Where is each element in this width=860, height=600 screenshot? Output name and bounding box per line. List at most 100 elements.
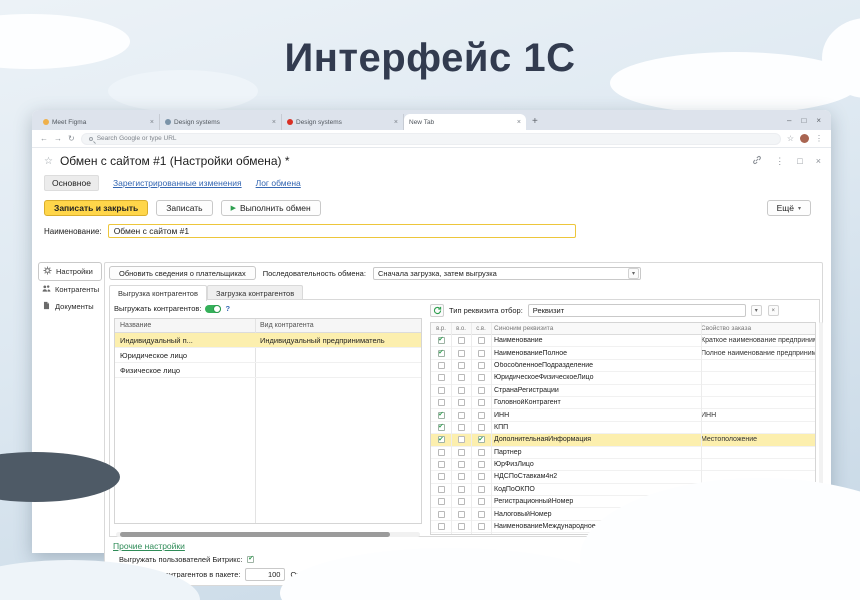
attribute-checkbox[interactable] bbox=[438, 523, 445, 530]
attribute-checkbox[interactable] bbox=[478, 362, 485, 369]
form-maximize-icon[interactable]: □ bbox=[797, 156, 802, 166]
refresh-button[interactable] bbox=[430, 304, 444, 317]
chevron-down-icon[interactable]: ▾ bbox=[751, 305, 762, 316]
save-and-close-button[interactable]: Записать и закрыть bbox=[44, 200, 148, 216]
table-row[interactable]: ✔ИННИНН bbox=[431, 409, 815, 421]
table-row[interactable]: Партнер bbox=[431, 447, 815, 459]
sidebar-item-настройки[interactable]: Настройки bbox=[38, 262, 102, 281]
table-row[interactable]: ЮрФизЛицо bbox=[431, 459, 815, 471]
close-icon[interactable]: × bbox=[816, 116, 821, 125]
table-row[interactable]: ✔НаименованиеКраткое наименование предпр… bbox=[431, 335, 815, 347]
attribute-checkbox[interactable] bbox=[458, 387, 465, 394]
table-row[interactable]: Индивидуальный п...Индивидуальный предпр… bbox=[115, 333, 421, 348]
attribute-checkbox[interactable] bbox=[458, 399, 465, 406]
column-header[interactable]: с.в. bbox=[471, 326, 491, 332]
attribute-checkbox[interactable] bbox=[438, 387, 445, 394]
table-row[interactable]: ✔✔ДополнительнаяИнформацияМестоположение bbox=[431, 434, 815, 446]
attribute-checkbox[interactable] bbox=[438, 511, 445, 518]
attribute-checkbox[interactable] bbox=[478, 523, 485, 530]
table-row[interactable]: ГоловнойКонтрагент bbox=[431, 397, 815, 409]
back-icon[interactable]: ← bbox=[40, 134, 48, 143]
attribute-checkbox[interactable] bbox=[478, 387, 485, 394]
attribute-checkbox[interactable] bbox=[458, 436, 465, 443]
form-menu-icon[interactable]: ⋮ bbox=[775, 156, 784, 167]
export-toggle[interactable] bbox=[205, 305, 221, 313]
new-tab-button[interactable]: + bbox=[532, 116, 538, 127]
tab-registered-changes[interactable]: Зарегистрированные изменения bbox=[113, 178, 242, 188]
attribute-checkbox[interactable] bbox=[478, 412, 485, 419]
column-header[interactable]: Синоним реквизита bbox=[491, 325, 701, 332]
sidebar-item-документы[interactable]: Документы bbox=[38, 298, 102, 315]
minimize-icon[interactable]: – bbox=[787, 116, 791, 125]
reload-icon[interactable]: ↻ bbox=[68, 134, 75, 143]
attribute-checkbox[interactable] bbox=[478, 449, 485, 456]
attribute-checkbox[interactable] bbox=[458, 350, 465, 357]
bitrix-users-checkbox[interactable]: ✔ bbox=[247, 556, 254, 563]
attribute-checkbox[interactable]: ✔ bbox=[438, 337, 445, 344]
attribute-checkbox[interactable]: ✔ bbox=[438, 412, 445, 419]
save-button[interactable]: Записать bbox=[156, 200, 212, 216]
attribute-checkbox[interactable] bbox=[438, 449, 445, 456]
attribute-checkbox[interactable] bbox=[478, 461, 485, 468]
address-bar[interactable]: Search Google or type URL bbox=[81, 133, 781, 145]
help-icon[interactable]: ? bbox=[225, 304, 230, 313]
table-row[interactable]: СтранаРегистрации bbox=[431, 385, 815, 397]
table-row[interactable]: Юридическое лицо bbox=[115, 348, 421, 363]
table-row[interactable]: ОбособленноеПодразделение bbox=[431, 360, 815, 372]
name-input[interactable]: Обмен с сайтом #1 bbox=[108, 224, 576, 238]
attribute-checkbox[interactable] bbox=[438, 473, 445, 480]
attribute-checkbox[interactable] bbox=[458, 511, 465, 518]
attribute-checkbox[interactable] bbox=[458, 449, 465, 456]
sidebar-item-контрагенты[interactable]: Контрагенты bbox=[38, 281, 102, 298]
attribute-filter-input[interactable]: Реквизит bbox=[528, 304, 746, 317]
link-icon[interactable] bbox=[752, 155, 762, 167]
favorite-star-icon[interactable]: ☆ bbox=[44, 156, 53, 167]
attribute-checkbox[interactable] bbox=[478, 350, 485, 357]
attribute-checkbox[interactable] bbox=[438, 461, 445, 468]
attribute-checkbox[interactable] bbox=[458, 337, 465, 344]
table-row[interactable]: ✔КПП bbox=[431, 422, 815, 434]
tab-close-icon[interactable]: × bbox=[394, 119, 398, 126]
batch-size-input[interactable]: 100 bbox=[245, 568, 285, 581]
attribute-checkbox[interactable] bbox=[458, 412, 465, 419]
attribute-checkbox[interactable] bbox=[438, 374, 445, 381]
browser-menu-icon[interactable]: ⋮ bbox=[815, 134, 823, 143]
form-close-icon[interactable]: × bbox=[816, 156, 821, 166]
browser-tab[interactable]: New Tab× bbox=[404, 114, 526, 130]
forward-icon[interactable]: → bbox=[54, 134, 62, 143]
table-row[interactable]: ЮридическоеФизическоеЛицо bbox=[431, 372, 815, 384]
attribute-checkbox[interactable] bbox=[478, 511, 485, 518]
bookmark-star-icon[interactable]: ☆ bbox=[787, 134, 794, 143]
column-header[interactable]: в.о. bbox=[451, 326, 471, 332]
attribute-checkbox[interactable] bbox=[458, 362, 465, 369]
clear-icon[interactable]: × bbox=[768, 305, 779, 316]
attribute-checkbox[interactable] bbox=[478, 498, 485, 505]
tab-exchange-log[interactable]: Лог обмена bbox=[256, 178, 301, 188]
tab-close-icon[interactable]: × bbox=[150, 119, 154, 126]
attribute-checkbox[interactable] bbox=[478, 337, 485, 344]
browser-tab[interactable]: Design systems× bbox=[282, 114, 404, 130]
update-payers-button[interactable]: Обновить сведения о плательщиках bbox=[109, 266, 256, 280]
attribute-checkbox[interactable] bbox=[458, 374, 465, 381]
attribute-checkbox[interactable] bbox=[458, 523, 465, 530]
profile-avatar[interactable] bbox=[800, 134, 809, 143]
attribute-checkbox[interactable]: ✔ bbox=[438, 350, 445, 357]
browser-tab[interactable]: Meet Figma× bbox=[38, 114, 160, 130]
run-exchange-button[interactable]: ▶ Выполнить обмен bbox=[221, 200, 321, 216]
attribute-checkbox[interactable] bbox=[458, 461, 465, 468]
column-header[interactable]: Название bbox=[115, 322, 255, 329]
attribute-checkbox[interactable] bbox=[478, 473, 485, 480]
horizontal-scrollbar[interactable] bbox=[116, 532, 420, 537]
attribute-checkbox[interactable] bbox=[478, 486, 485, 493]
attribute-checkbox[interactable] bbox=[478, 424, 485, 431]
attribute-checkbox[interactable]: ✔ bbox=[438, 424, 445, 431]
attribute-checkbox[interactable] bbox=[438, 362, 445, 369]
attribute-checkbox[interactable] bbox=[478, 399, 485, 406]
attribute-checkbox[interactable] bbox=[458, 473, 465, 480]
more-button[interactable]: Ещё ▾ bbox=[767, 200, 811, 216]
attribute-checkbox[interactable] bbox=[458, 424, 465, 431]
table-row[interactable]: ✔НаименованиеПолноеПолное наименование п… bbox=[431, 347, 815, 359]
other-settings-link[interactable]: Прочие настройки bbox=[113, 541, 185, 551]
column-header[interactable]: Свойство заказа bbox=[701, 325, 815, 332]
attribute-checkbox[interactable] bbox=[458, 498, 465, 505]
